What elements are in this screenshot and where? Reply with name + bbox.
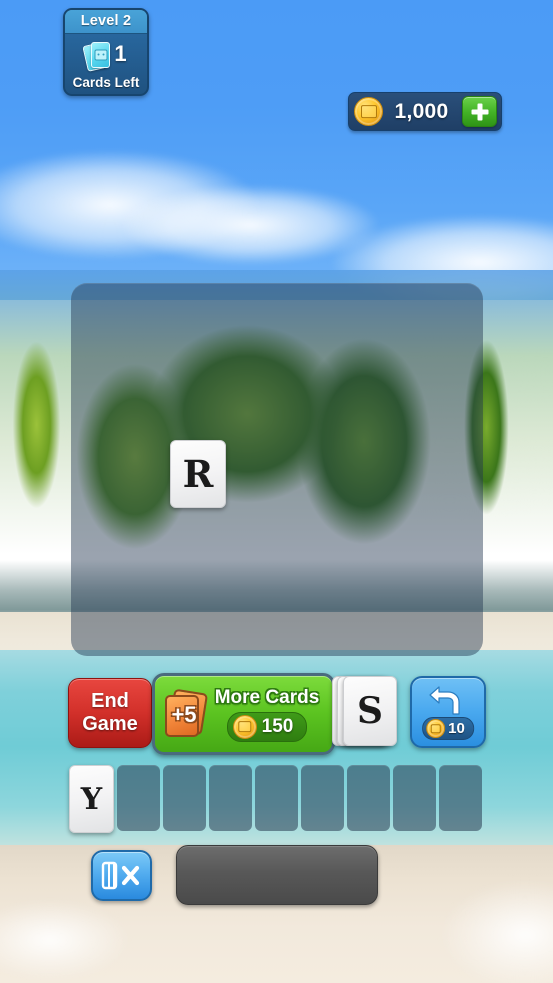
level-title: Level 2	[65, 10, 147, 34]
rack-slot[interactable]	[347, 765, 390, 831]
rack-slot[interactable]	[117, 765, 160, 831]
more-cards-bonus-text: +5	[171, 702, 197, 727]
rack-slot[interactable]	[163, 765, 206, 831]
rack-slot[interactable]: Y	[69, 765, 114, 833]
cards-left-count: 1	[114, 41, 127, 66]
rack-slot[interactable]	[209, 765, 252, 831]
playing-cards-icon	[82, 39, 111, 72]
more-cards-button[interactable]: +5 More Cards 150	[152, 673, 335, 755]
undo-button[interactable]: 10	[410, 676, 486, 748]
more-cards-label: More Cards	[214, 686, 320, 708]
rack-slot[interactable]	[393, 765, 436, 831]
rack-slot[interactable]	[439, 765, 482, 831]
rack-slot[interactable]	[255, 765, 298, 831]
cards-left-label: Cards Left	[72, 75, 140, 90]
end-game-label-line1: End	[91, 690, 129, 712]
cards-left-row: 1	[65, 34, 147, 74]
clear-cards-icon	[101, 861, 140, 890]
end-game-button[interactable]: End Game	[68, 678, 152, 748]
undo-price: 10	[422, 717, 474, 740]
gold-coin-icon	[354, 97, 383, 126]
gold-coin-icon	[426, 719, 446, 738]
undo-cost: 10	[448, 720, 465, 737]
letter-rack: Y	[69, 765, 486, 833]
add-coins-button[interactable]	[462, 96, 497, 127]
level-badge: Level 2 1 Cards Left	[63, 8, 149, 96]
undo-arrow-icon	[429, 686, 460, 715]
gold-coin-icon	[232, 714, 257, 739]
clear-cards-button[interactable]	[91, 850, 152, 901]
coin-balance-bar: 1,000	[348, 92, 502, 131]
more-cards-content: More Cards 150	[207, 687, 332, 742]
submit-word-button[interactable]	[176, 845, 378, 905]
game-screen: Level 2 1 Cards Left 1,000 R End Game +5…	[0, 0, 553, 983]
coin-amount: 1,000	[394, 99, 449, 123]
play-area[interactable]	[71, 283, 483, 656]
played-card[interactable]: R	[170, 440, 226, 508]
end-game-label-line2: Game	[82, 713, 138, 735]
deck-top-card[interactable]: S	[343, 676, 397, 746]
more-cards-price: 150	[226, 711, 308, 742]
card-deck[interactable]: S	[332, 676, 400, 746]
orange-cards-icon: +5	[161, 688, 209, 738]
rack-slot[interactable]	[301, 765, 344, 831]
more-cards-cost: 150	[261, 715, 294, 737]
